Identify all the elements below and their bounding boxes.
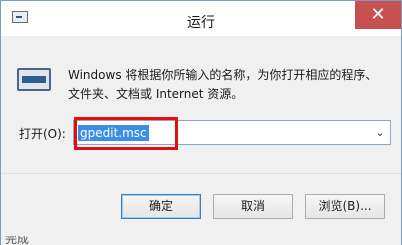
run-dialog-window: 运行 ✕ Windows 将根据你所输入的名称，为你打开相应的程序、文件夹、文档… xyxy=(0,0,402,245)
background-peek: 完成 xyxy=(1,236,121,245)
description-text: Windows 将根据你所输入的名称，为你打开相应的程序、文件夹、文档或 Int… xyxy=(68,68,378,101)
run-program-icon xyxy=(17,68,51,91)
run-icon-bar xyxy=(22,76,46,83)
open-label: 打开(O): xyxy=(19,127,66,141)
window-title: 运行 xyxy=(187,15,215,31)
command-input-value[interactable]: gpedit.msc xyxy=(78,125,149,141)
close-button[interactable]: ✕ xyxy=(355,1,401,29)
button-row: 确定 取消 浏览(B)... xyxy=(1,173,401,245)
command-combobox[interactable]: gpedit.msc ⌄ xyxy=(73,120,391,145)
cancel-button[interactable]: 取消 xyxy=(213,194,293,219)
close-icon: ✕ xyxy=(370,4,386,25)
chevron-down-icon[interactable]: ⌄ xyxy=(373,125,387,141)
browse-button[interactable]: 浏览(B)... xyxy=(305,194,385,219)
title-bar[interactable]: 运行 ✕ xyxy=(1,1,401,36)
ok-button[interactable]: 确定 xyxy=(121,194,201,219)
background-peek-text: 完成 xyxy=(5,236,30,245)
